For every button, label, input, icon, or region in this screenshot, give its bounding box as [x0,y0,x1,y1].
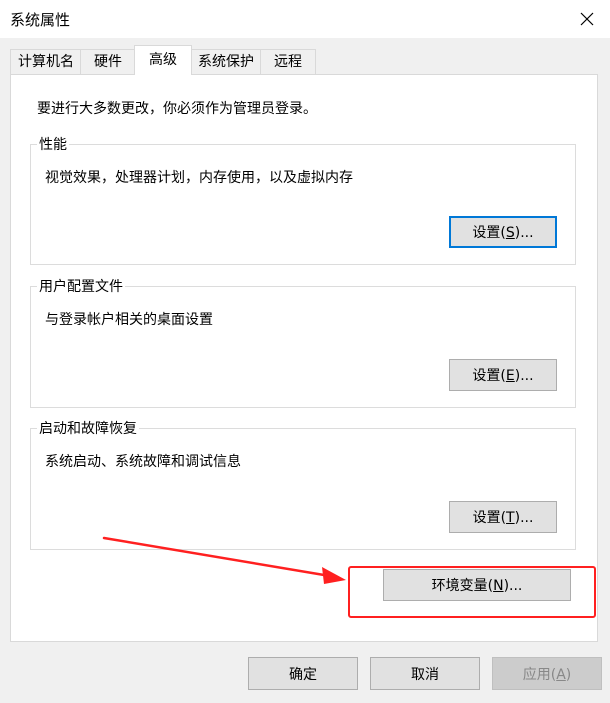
ok-button[interactable]: 确定 [248,657,358,690]
tab-advanced[interactable]: 高级 [134,45,192,75]
annotation-arrow-icon [102,536,346,584]
cancel-button[interactable]: 取消 [370,657,480,690]
apply-suffix: ) [565,666,572,683]
apply-label: 应用( [522,666,557,683]
apply-button[interactable]: 应用(A) [492,657,602,690]
apply-mnemonic: A [556,666,566,683]
